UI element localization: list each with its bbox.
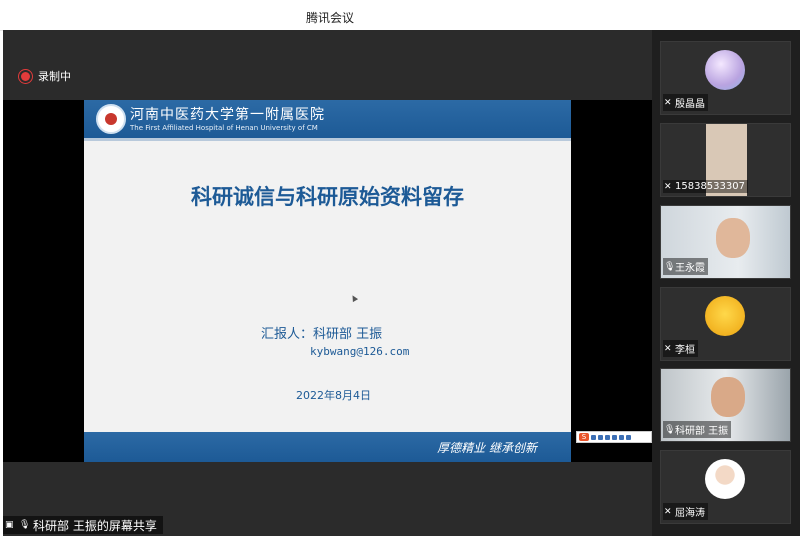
slide-footer: 厚德精业 继承创新: [84, 432, 571, 462]
participant-name: 王永霞: [675, 263, 705, 274]
participant-tile[interactable]: ✕ 殷晶晶: [660, 41, 791, 115]
participant-name-tag: 🎙 科研部 王振: [663, 421, 732, 438]
slide-date: 2022年8月4日: [296, 389, 371, 402]
participant-name-tag: ✕ 殷晶晶: [663, 94, 708, 111]
avatar: [705, 459, 745, 499]
ime-mode-icon[interactable]: [591, 434, 596, 440]
record-dot-icon: [21, 71, 30, 81]
recording-indicator[interactable]: 录制中: [21, 68, 71, 84]
participant-face: [716, 218, 750, 258]
window-title: 腾讯会议: [306, 11, 355, 25]
mic-on-icon: 🎙: [664, 261, 676, 272]
screen-icon: ▣: [5, 520, 14, 530]
main-stage: 录制中 河南中医药大学第一附属医院 The First Affiliated H…: [3, 30, 652, 536]
avatar: [705, 296, 745, 336]
slide-header-cn: 河南中医药大学第一附属医院: [130, 107, 325, 123]
mic-muted-icon: ✕: [664, 506, 672, 517]
participant-name: 李桓: [675, 345, 695, 356]
presentation-slide: 河南中医药大学第一附属医院 The First Affiliated Hospi…: [84, 100, 571, 462]
mic-icon: 🎙: [19, 520, 31, 530]
screen-share-area[interactable]: 河南中医药大学第一附属医院 The First Affiliated Hospi…: [3, 100, 652, 462]
participant-tile[interactable]: ✕ 屈海涛: [660, 450, 791, 524]
recording-label: 录制中: [38, 70, 71, 83]
participant-tile[interactable]: 🎙 王永霞: [660, 205, 791, 279]
mic-muted-icon: ✕: [664, 343, 672, 354]
ime-toolbar[interactable]: S: [576, 431, 652, 443]
ime-punct-icon[interactable]: [598, 434, 603, 440]
participant-name-tag: ✕ 李桓: [663, 340, 698, 357]
ime-tools-icon[interactable]: [626, 434, 631, 440]
ime-voice-icon[interactable]: [605, 434, 610, 440]
participant-name: 屈海涛: [675, 508, 705, 519]
mouse-cursor-icon: [349, 293, 359, 303]
ime-keyboard-icon[interactable]: [612, 434, 617, 440]
participant-name: 科研部 王振: [675, 426, 729, 437]
participant-tile[interactable]: 🎙 科研部 王振: [660, 368, 791, 442]
slide-reporter: 汇报人：科研部 王振: [261, 327, 383, 342]
mic-muted-icon: ✕: [664, 181, 672, 192]
share-label-text: 科研部 王振的屏幕共享: [33, 518, 157, 533]
participant-name-tag: ✕ 15838533307: [663, 180, 748, 193]
bottom-bar: [0, 536, 800, 541]
participant-name: 殷晶晶: [675, 99, 705, 110]
participant-tile[interactable]: ✕ 15838533307: [660, 123, 791, 197]
slide-email: kybwang@126.com: [310, 345, 410, 358]
slide-title: 科研诚信与科研原始资料留存: [191, 185, 464, 209]
participant-name-tag: 🎙 王永霞: [663, 258, 708, 275]
screen-share-label[interactable]: ▣ 🎙 科研部 王振的屏幕共享: [3, 516, 163, 534]
ime-skin-icon[interactable]: [619, 434, 624, 440]
slide-motto: 厚德精业 继承创新: [437, 441, 537, 455]
slide-header-en: The First Affiliated Hospital of Henan U…: [130, 124, 318, 132]
sogou-icon[interactable]: S: [579, 433, 589, 441]
slide-header: 河南中医药大学第一附属医院 The First Affiliated Hospi…: [84, 100, 571, 138]
mic-on-icon: 🎙: [664, 424, 676, 435]
participant-face: [711, 377, 745, 417]
participant-tile[interactable]: ✕ 李桓: [660, 287, 791, 361]
slide-strip: [84, 138, 571, 141]
participant-name: 15838533307: [675, 181, 745, 192]
avatar: [705, 50, 745, 90]
hospital-logo-icon: [96, 104, 126, 134]
title-bar: 腾讯会议: [0, 0, 800, 31]
participant-sidebar: ✕ 殷晶晶 ✕ 15838533307 🎙 王永霞 ✕ 李桓 🎙 科研部 王振: [652, 30, 800, 536]
participant-name-tag: ✕ 屈海涛: [663, 503, 708, 520]
mic-muted-icon: ✕: [664, 97, 672, 108]
